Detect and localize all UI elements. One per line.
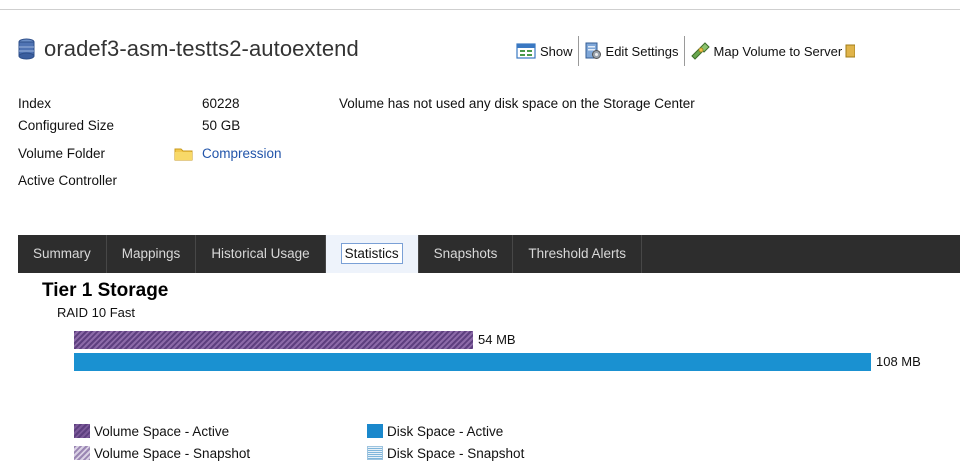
legend-label: Volume Space - Active [94,423,230,439]
tab-historical-usage[interactable]: Historical Usage [196,235,326,273]
configured-size-label: Configured Size [18,118,115,133]
disk-active-bar-label: 108 MB [876,354,921,369]
edit-settings-icon [585,42,601,59]
tab-mappings[interactable]: Mappings [107,235,197,273]
legend-item: Disk Space - Snapshot [367,444,524,462]
toolbar-separator [683,36,685,66]
toolbar: Show Edit Settings Map Volume to Server [516,36,859,66]
index-value: 60228 [202,96,240,111]
map-volume-button[interactable]: Map Volume to Server [690,37,860,65]
volume-active-bar-label: 54 MB [478,332,516,347]
tab-bar: Summary Mappings Historical Usage Statis… [18,235,960,273]
volume-folder-label: Volume Folder [18,146,106,161]
legend-label: Disk Space - Active [387,423,504,439]
tab-threshold-alerts[interactable]: Threshold Alerts [513,235,642,273]
disk-usage-message: Volume has not used any disk space on th… [339,96,695,111]
legend-swatch [367,424,383,438]
volume-folder-value: Compression [174,144,282,164]
legend-label: Volume Space - Snapshot [94,445,251,461]
tab-snapshots[interactable]: Snapshots [419,235,514,273]
show-icon [516,43,536,59]
volume-active-bar [74,331,473,349]
legend-swatch [74,424,90,438]
volume-header: oradef3-asm-testts2-autoextend [18,36,359,62]
configured-size-value: 50 GB [202,118,241,133]
tab-threshold-alerts-label: Threshold Alerts [528,246,626,261]
page-title: oradef3-asm-testts2-autoextend [44,36,359,61]
map-volume-label: Map Volume to Server [713,43,843,59]
legend-swatch [74,446,90,460]
active-controller-label: Active Controller [18,173,118,188]
legend-swatch [367,446,383,460]
map-volume-icon [690,42,710,60]
tab-statistics-label: Statistics [340,243,403,264]
volume-folder-link[interactable]: Compression [202,146,282,161]
show-button[interactable]: Show [516,37,573,65]
tier-title: Tier 1 Storage [42,280,169,301]
edit-settings-button[interactable]: Edit Settings [584,37,679,65]
tab-mappings-label: Mappings [121,246,181,261]
top-divider [0,9,960,10]
edit-settings-label: Edit Settings [605,43,679,59]
tab-summary-label: Summary [33,246,91,261]
tab-summary[interactable]: Summary [18,235,107,273]
legend-item: Volume Space - Active [74,422,229,440]
disk-active-bar [74,353,871,371]
tab-snapshots-label: Snapshots [433,246,498,261]
tab-historical-usage-label: Historical Usage [211,246,310,261]
index-label: Index [18,96,52,111]
folder-icon [174,148,193,161]
volume-icon [18,38,35,60]
raid-label: RAID 10 Fast [57,305,136,320]
toolbar-overflow-icon[interactable] [845,42,856,60]
tab-statistics[interactable]: Statistics [325,235,419,273]
legend-item: Volume Space - Snapshot [74,444,250,462]
legend-label: Disk Space - Snapshot [387,445,525,461]
toolbar-separator [577,36,579,66]
legend-item: Disk Space - Active [367,422,503,440]
show-label: Show [540,43,573,59]
